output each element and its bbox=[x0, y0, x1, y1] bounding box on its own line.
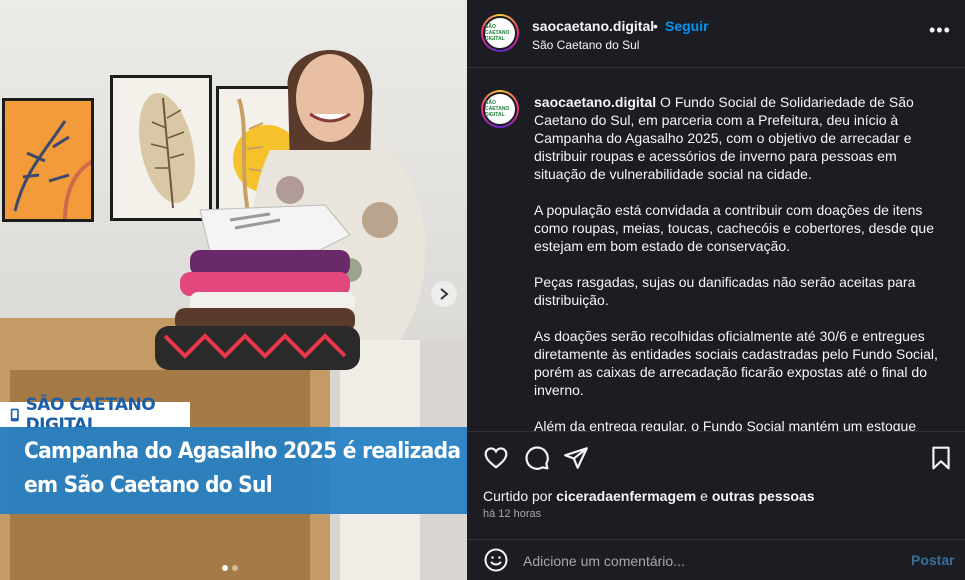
headline-banner: Campanha do Agasalho 2025 é realizada em… bbox=[0, 427, 467, 514]
caption-avatar[interactable]: SÃO CAETANO DIGITAL bbox=[481, 90, 519, 128]
emoji-icon[interactable] bbox=[484, 548, 508, 572]
post-image[interactable]: SÃO CAETANO DIGITAL Campanha do Agasalho… bbox=[0, 0, 467, 580]
caption-paragraph: Além da entrega regular, o Fundo Social … bbox=[534, 418, 917, 431]
likes-summary: Curtido por ciceradaenfermagem e outras … bbox=[483, 488, 815, 504]
post-caption: saocaetano.digital O Fundo Social de Sol… bbox=[534, 93, 952, 431]
caption-paragraph: A população está convidada a contribuir … bbox=[534, 202, 934, 254]
caption-scroll-area[interactable]: SÃO CAETANO DIGITAL saocaetano.digital O… bbox=[467, 69, 965, 431]
caption-paragraph: Peças rasgadas, sujas ou danificadas não… bbox=[534, 274, 916, 308]
post-panel: SÃO CAETANO DIGITAL saocaetano.digital •… bbox=[467, 0, 965, 580]
clothes-stack bbox=[155, 204, 360, 370]
action-bar: Curtido por ciceradaenfermagem e outras … bbox=[467, 431, 965, 580]
header-username[interactable]: saocaetano.digital bbox=[532, 18, 654, 34]
liked-user-link[interactable]: ciceradaenfermagem bbox=[556, 488, 696, 504]
post-header: SÃO CAETANO DIGITAL saocaetano.digital •… bbox=[467, 0, 965, 68]
avatar-logo: SÃO CAETANO DIGITAL bbox=[483, 16, 517, 50]
avatar-text: SÃO CAETANO DIGITAL bbox=[485, 100, 510, 118]
post-comment-button[interactable]: Postar bbox=[911, 552, 955, 568]
post-timestamp[interactable]: há 12 horas bbox=[483, 508, 541, 520]
liked-joiner: e bbox=[700, 488, 708, 504]
heart-icon[interactable] bbox=[483, 445, 509, 471]
caption-paragraph: saocaetano.digital O Fundo Social de Sol… bbox=[534, 93, 952, 183]
carousel-dot bbox=[222, 565, 228, 571]
avatar[interactable]: SÃO CAETANO DIGITAL bbox=[481, 14, 519, 52]
carousel-dots bbox=[222, 565, 238, 571]
wall-art-left bbox=[2, 98, 94, 222]
liked-others-link[interactable]: outras pessoas bbox=[712, 488, 815, 504]
headline-line-1: Campanha do Agasalho 2025 é realizada bbox=[24, 439, 461, 464]
chevron-right-icon bbox=[440, 288, 449, 300]
avatar-text: SÃO CAETANO DIGITAL bbox=[485, 24, 510, 42]
header-separator: • bbox=[653, 18, 658, 34]
comment-input[interactable] bbox=[523, 550, 903, 572]
liked-prefix: Curtido por bbox=[483, 488, 553, 504]
carousel-dot bbox=[232, 565, 238, 571]
more-options-icon[interactable]: ••• bbox=[929, 20, 951, 41]
comment-row: Postar bbox=[467, 539, 965, 580]
headline-line-2: em São Caetano do Sul bbox=[24, 473, 273, 498]
avatar-logo: SÃO CAETANO DIGITAL bbox=[483, 92, 517, 126]
next-image-button[interactable] bbox=[431, 281, 457, 307]
banner-brand: SÃO CAETANO DIGITAL bbox=[0, 395, 190, 435]
share-icon[interactable] bbox=[563, 445, 589, 471]
phone-icon bbox=[10, 408, 19, 421]
location-link[interactable]: São Caetano do Sul bbox=[532, 38, 639, 52]
caption-paragraph: As doações serão recolhidas oficialmente… bbox=[534, 328, 938, 398]
comment-icon[interactable] bbox=[524, 445, 550, 471]
follow-button[interactable]: Seguir bbox=[665, 18, 709, 34]
bookmark-icon[interactable] bbox=[928, 445, 954, 471]
caption-username[interactable]: saocaetano.digital bbox=[534, 94, 656, 110]
